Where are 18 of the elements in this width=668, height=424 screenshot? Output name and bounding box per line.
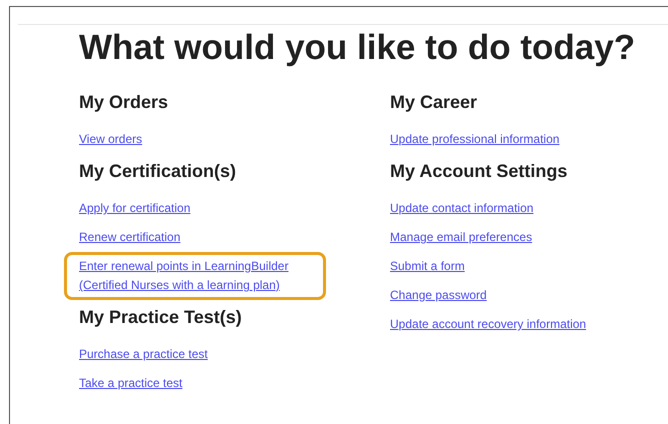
link[interactable]: Renew certification [76, 223, 184, 252]
link[interactable]: Update account recovery information [387, 310, 590, 339]
link[interactable]: Manage email preferences [387, 223, 536, 252]
link[interactable]: Update contact information [387, 194, 536, 223]
link[interactable]: Update professional information [387, 125, 562, 154]
link[interactable]: Apply for certification [76, 194, 194, 223]
section-heading: My Certification(s) [79, 160, 236, 183]
link[interactable]: Submit a form [387, 252, 468, 281]
highlighted-link[interactable]: Enter renewal points in LearningBuilder (Certified Nurses with a learning plan) [64, 252, 326, 300]
section-heading: My Account Settings [390, 160, 568, 183]
link[interactable]: Purchase a practice test [76, 340, 211, 369]
section-heading: My Orders [79, 91, 168, 114]
page-title: What would you like to do today? [79, 27, 636, 69]
section-heading: My Practice Test(s) [79, 306, 242, 329]
link[interactable]: Take a practice test [76, 369, 186, 398]
link[interactable]: Change password [387, 281, 490, 310]
section-heading: My Career [390, 91, 478, 114]
link[interactable]: View orders [76, 125, 146, 154]
